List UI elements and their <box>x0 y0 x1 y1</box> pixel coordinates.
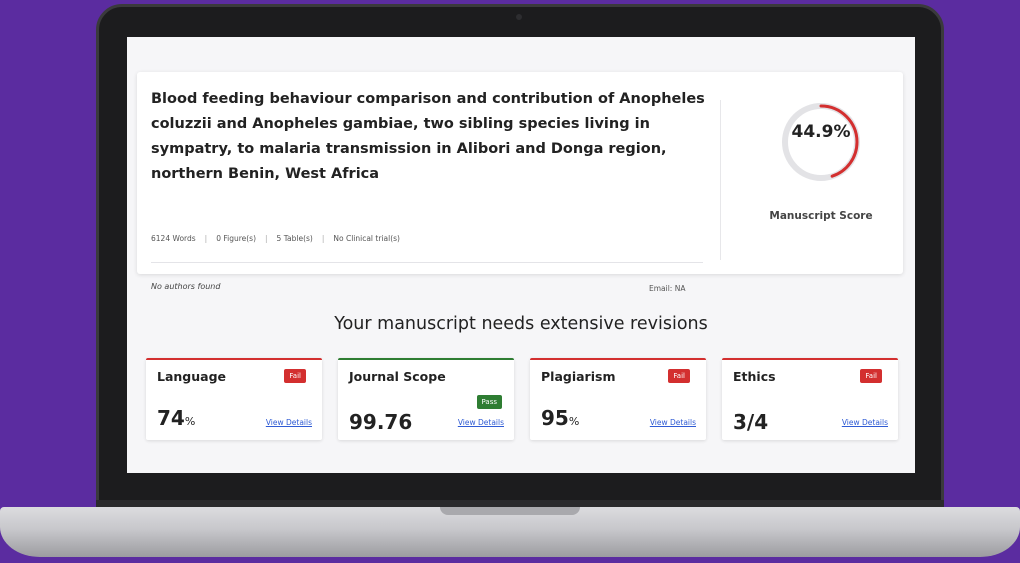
revision-headline: Your manuscript needs extensive revision… <box>334 314 708 334</box>
pass-badge: Pass <box>476 395 502 409</box>
metric-number: 3/4 <box>733 410 769 434</box>
view-details-link[interactable]: View Details <box>650 418 696 427</box>
metric-label: Ethics <box>733 369 776 384</box>
metrics-row: Language Fail 74% View Details Journal S… <box>146 358 900 444</box>
score-ring <box>782 103 860 181</box>
fail-badge: Fail <box>284 369 306 383</box>
metric-value: 74% <box>157 406 195 430</box>
metric-card-language: Language Fail 74% View Details <box>146 358 322 440</box>
meta-separator: | <box>265 234 268 243</box>
table-count: 5 Table(s) <box>276 234 313 243</box>
metric-card-plagiarism: Plagiarism Fail 95% View Details <box>530 358 706 440</box>
manuscript-card: Blood feeding behaviour comparison and c… <box>137 72 903 293</box>
vertical-divider <box>720 100 721 260</box>
webcam <box>516 14 522 20</box>
metric-label: Language <box>157 369 227 384</box>
metric-label: Journal Scope <box>349 369 446 384</box>
metric-label: Plagiarism <box>541 369 616 384</box>
clinical-trial-count: No Clinical trial(s) <box>333 234 400 243</box>
metric-number: 95 <box>541 406 569 430</box>
view-details-link[interactable]: View Details <box>842 418 888 427</box>
meta-separator: | <box>204 234 208 243</box>
view-details-link[interactable]: View Details <box>266 418 312 427</box>
metric-card-ethics: Ethics Fail 3/4 View Details <box>722 358 898 440</box>
word-count: 6124 Words <box>151 234 196 243</box>
score-panel: 44.9% Manuscript Score <box>757 88 901 258</box>
metric-value: 95% <box>541 406 579 430</box>
metric-card-journal-scope: Journal Scope Pass 99.76 View Details <box>338 358 514 440</box>
manuscript-title: Blood feeding behaviour comparison and c… <box>151 91 705 182</box>
meta-separator: | <box>321 234 325 243</box>
metric-unit: % <box>568 415 580 428</box>
metric-number: 99.76 <box>349 410 413 434</box>
manuscript-meta: 6124 Words | 0 Figure(s) | 5 Table(s) | … <box>151 234 400 243</box>
score-label: Manuscript Score <box>769 210 873 222</box>
fail-badge: Fail <box>860 369 882 383</box>
metric-unit: % <box>184 415 196 428</box>
score-value: 44.9% <box>791 122 851 142</box>
email-text: Email: NA <box>649 284 686 293</box>
figure-count: 0 Figure(s) <box>216 234 257 243</box>
screen: Blood feeding behaviour comparison and c… <box>127 37 915 473</box>
authors-text: No authors found <box>151 282 221 291</box>
view-details-link[interactable]: View Details <box>458 418 504 427</box>
metric-value: 99.76 <box>349 410 412 434</box>
laptop-notch <box>440 507 580 515</box>
card-divider <box>151 262 703 263</box>
metric-value: 3/4 <box>733 410 768 434</box>
fail-badge: Fail <box>668 369 690 383</box>
metric-number: 74 <box>157 406 185 430</box>
